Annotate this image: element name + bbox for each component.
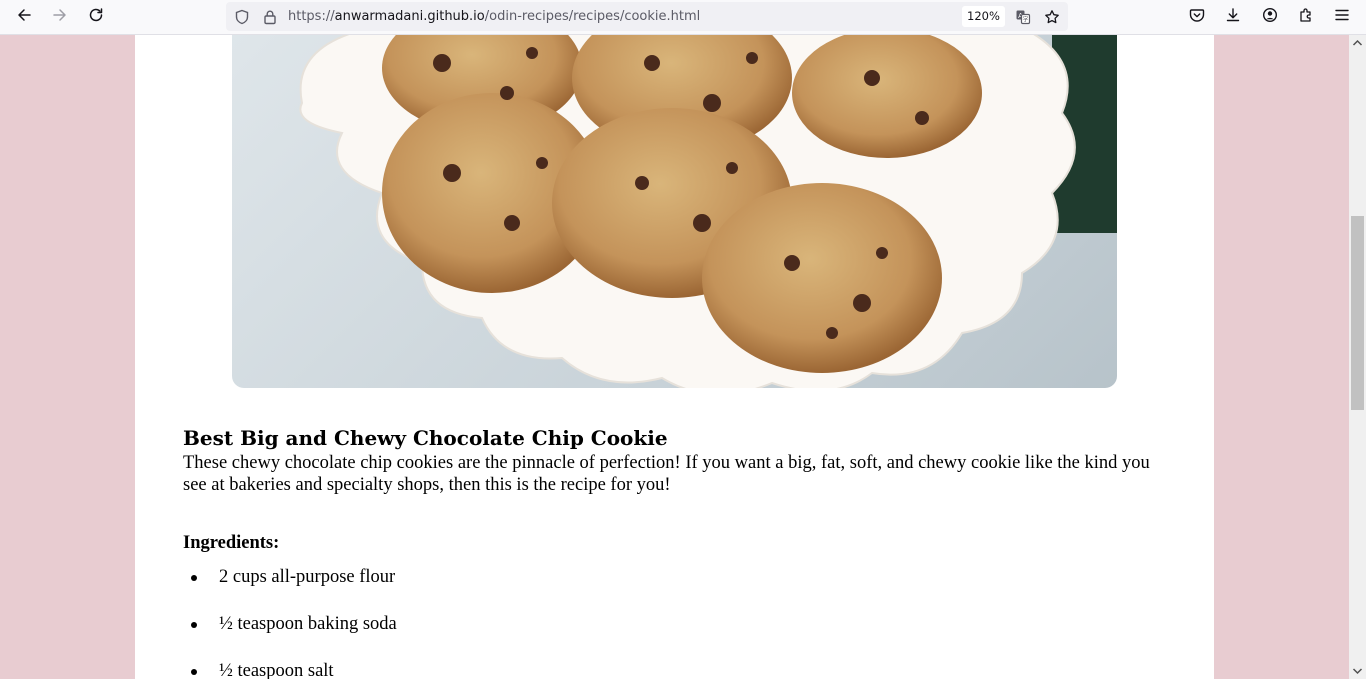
ingredients-list: 2 cups all-purpose flour ½ teaspoon baki…: [183, 564, 397, 679]
svg-text:字: 字: [1022, 16, 1028, 24]
pocket-icon: [1189, 7, 1205, 27]
extensions-button[interactable]: [1291, 3, 1321, 31]
recipe-page: Best Big and Chewy Chocolate Chip Cookie…: [135, 35, 1214, 679]
pocket-button[interactable]: [1182, 3, 1212, 31]
url-path: /odin-recipes/recipes/cookie.html: [484, 9, 701, 24]
zoom-level-button[interactable]: 120%: [962, 6, 1005, 27]
forward-button[interactable]: [45, 3, 75, 31]
ingredient-text: ½ teaspoon salt: [219, 661, 334, 679]
recipe-description: These chewy chocolate chip cookies are t…: [183, 453, 1150, 495]
translate-icon[interactable]: A字: [1014, 8, 1032, 26]
bullet-icon: [191, 669, 197, 675]
url-host: anwarmadani.github.io: [334, 9, 485, 24]
list-item: ½ teaspoon baking soda: [183, 611, 397, 658]
bookmark-star-icon[interactable]: [1043, 8, 1061, 26]
menu-icon: [1334, 7, 1350, 27]
ingredient-text: ½ teaspoon baking soda: [219, 614, 397, 634]
list-item: ½ teaspoon salt: [183, 658, 397, 679]
cookie-photo-art: [299, 35, 1117, 388]
lock-icon[interactable]: [261, 8, 279, 26]
vertical-scrollbar[interactable]: [1349, 35, 1366, 679]
scrollbar-thumb[interactable]: [1351, 216, 1364, 410]
extensions-icon: [1298, 7, 1314, 27]
list-item: 2 cups all-purpose flour: [183, 564, 397, 611]
url-text[interactable]: https://anwarmadani.github.io/odin-recip…: [288, 8, 700, 25]
ingredients-heading: Ingredients:: [183, 533, 280, 553]
account-button[interactable]: [1255, 3, 1285, 31]
download-icon: [1225, 7, 1241, 27]
reload-icon: [88, 7, 104, 27]
ingredient-text: 2 cups all-purpose flour: [219, 567, 396, 587]
forward-arrow-icon: [52, 7, 68, 27]
bullet-icon: [191, 622, 197, 628]
back-button[interactable]: [9, 3, 39, 31]
browser-toolbar: https://anwarmadani.github.io/odin-recip…: [0, 0, 1366, 35]
back-arrow-icon: [16, 7, 32, 27]
scroll-down-arrow-icon[interactable]: [1352, 666, 1363, 676]
shield-icon[interactable]: [233, 8, 251, 26]
url-bar[interactable]: https://anwarmadani.github.io/odin-recip…: [226, 2, 1068, 31]
app-menu-button[interactable]: [1327, 3, 1357, 31]
recipe-title: Best Big and Chewy Chocolate Chip Cookie: [183, 426, 668, 450]
scroll-up-arrow-icon[interactable]: [1352, 38, 1363, 48]
account-icon: [1262, 7, 1278, 27]
reload-button[interactable]: [81, 3, 111, 31]
bullet-icon: [191, 575, 197, 581]
downloads-button[interactable]: [1218, 3, 1248, 31]
cookie-photo: [232, 35, 1117, 388]
url-scheme: https://: [288, 9, 335, 24]
